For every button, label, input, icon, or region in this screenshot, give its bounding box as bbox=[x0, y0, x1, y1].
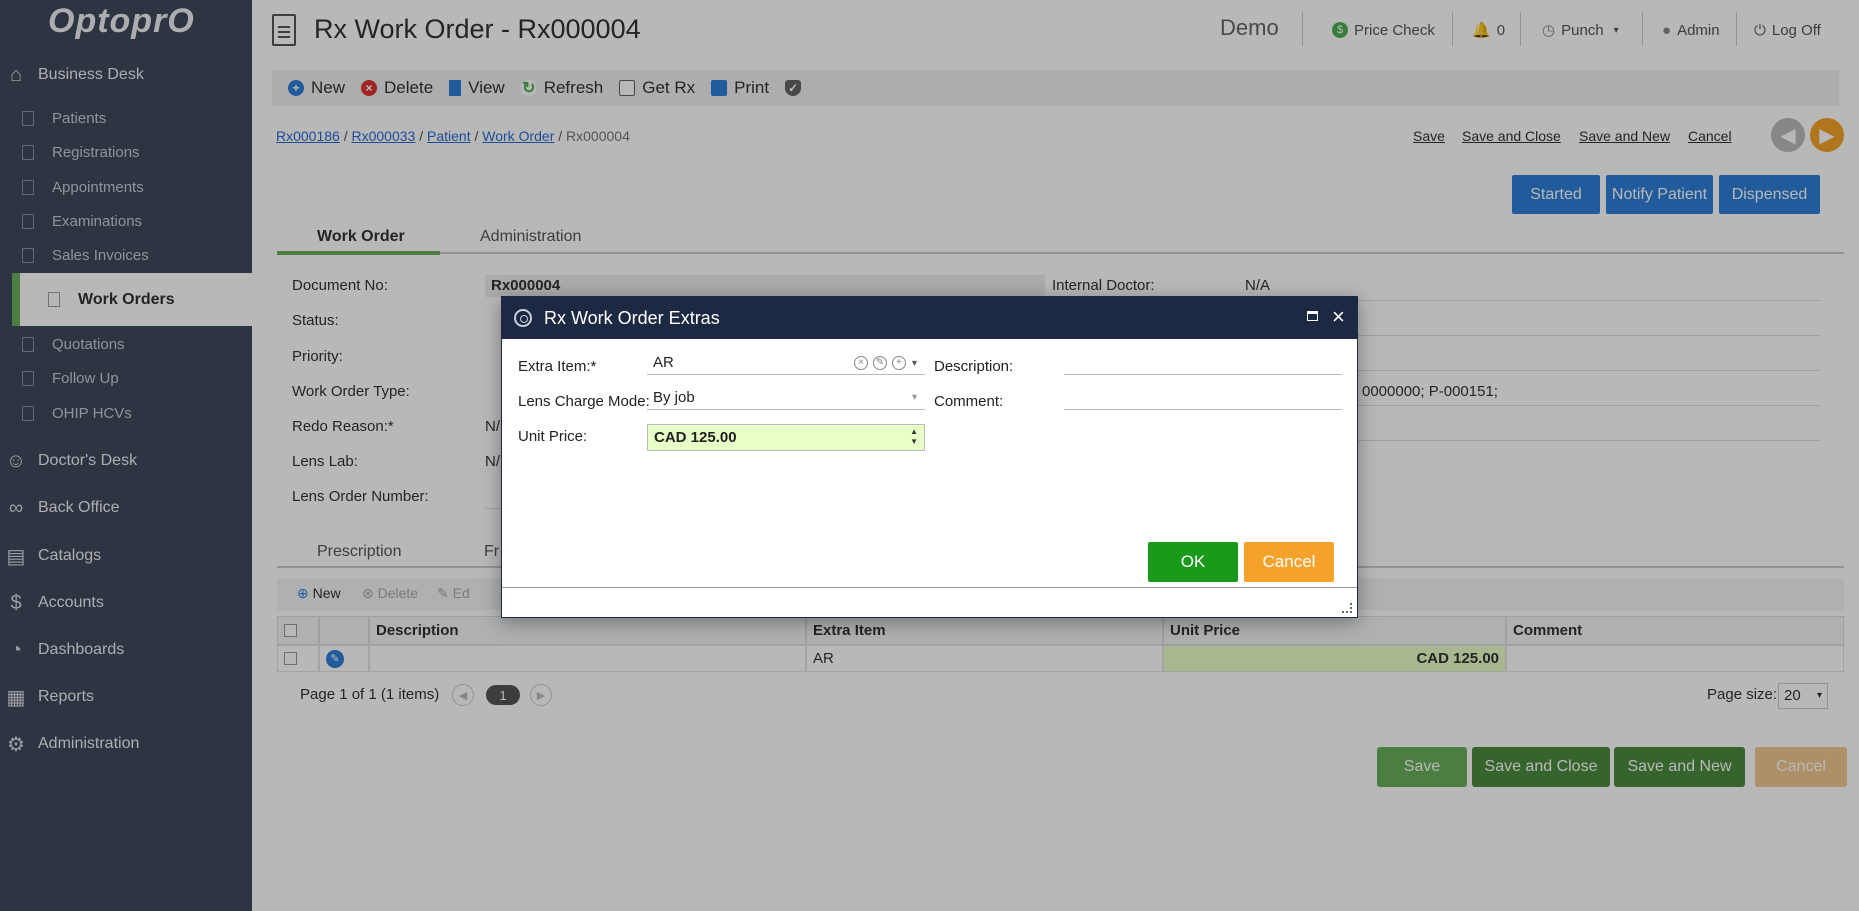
description-input[interactable] bbox=[1064, 351, 1342, 375]
extra-item-value: AR bbox=[653, 354, 674, 371]
plus-icon[interactable]: + bbox=[891, 356, 906, 370]
dialog-title: Rx Work Order Extras bbox=[544, 308, 720, 328]
unit-price-label: Unit Price: bbox=[518, 428, 588, 445]
chevron-down-icon[interactable]: ▾ bbox=[912, 358, 917, 369]
dialog-cancel-button[interactable]: Cancel bbox=[1244, 542, 1334, 582]
spinner-icon[interactable]: ▲ ▼ bbox=[910, 427, 918, 447]
resize-grip-icon[interactable] bbox=[1342, 603, 1352, 613]
chevron-down-icon: ▾ bbox=[911, 392, 917, 403]
comment-label: Comment: bbox=[934, 393, 1004, 410]
dialog-footer-divider bbox=[502, 587, 1357, 588]
unit-price-input[interactable]: CAD 125.00 ▲ ▼ bbox=[647, 424, 925, 451]
unit-price-value: CAD 125.00 bbox=[654, 429, 737, 446]
dialog-header: Rx Work Order Extras × bbox=[502, 297, 1357, 339]
description-label: Description: bbox=[934, 358, 1014, 375]
lens-charge-mode-select[interactable]: By job ▾ bbox=[647, 386, 925, 410]
maximize-icon[interactable] bbox=[1307, 311, 1318, 321]
extra-item-combo[interactable]: AR × ✎ + ▾ bbox=[647, 351, 925, 375]
close-icon[interactable]: × bbox=[1332, 304, 1345, 330]
ok-button[interactable]: OK bbox=[1148, 542, 1238, 582]
lens-charge-mode-value: By job bbox=[653, 389, 695, 406]
extras-dialog: Rx Work Order Extras × Extra Item:* AR ×… bbox=[501, 296, 1358, 618]
comment-input[interactable] bbox=[1064, 386, 1342, 410]
extra-item-label: Extra Item:* bbox=[518, 358, 597, 375]
clear-icon[interactable]: × bbox=[853, 356, 868, 370]
gear-icon bbox=[514, 309, 532, 327]
lens-charge-mode-label: Lens Charge Mode: bbox=[518, 393, 650, 410]
pencil-icon[interactable]: ✎ bbox=[872, 356, 887, 370]
